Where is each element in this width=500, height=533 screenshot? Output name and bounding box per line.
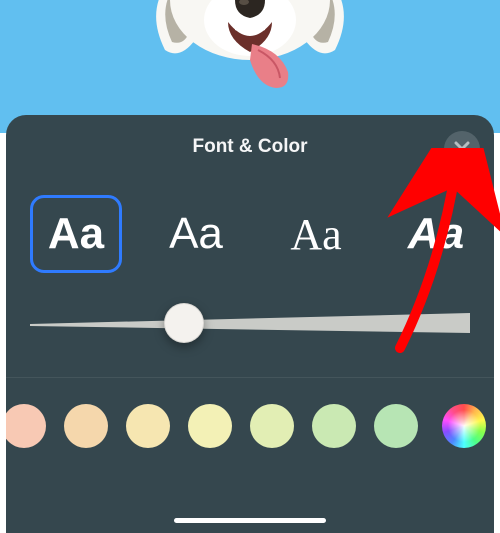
color-swatch-7[interactable] [374, 404, 418, 448]
font-sample-label: Aa [48, 209, 104, 259]
close-button[interactable] [444, 131, 480, 167]
panel-title: Font & Color [192, 136, 307, 158]
background-preview [0, 0, 500, 133]
color-swatch-3[interactable] [126, 404, 170, 448]
color-swatch-1[interactable] [6, 404, 46, 448]
color-swatch-2[interactable] [64, 404, 108, 448]
font-options-row: Aa Aa Aa Aa [6, 179, 494, 279]
font-option-1[interactable]: Aa [30, 195, 122, 273]
font-size-slider[interactable] [30, 303, 470, 343]
font-sample-label: Aa [290, 209, 341, 260]
color-swatch-4[interactable] [188, 404, 232, 448]
font-option-4[interactable]: Aa [390, 195, 482, 273]
color-swatch-5[interactable] [250, 404, 294, 448]
color-swatches-row [6, 378, 494, 474]
font-option-3[interactable]: Aa [270, 195, 362, 273]
color-wheel-picker[interactable] [442, 404, 486, 448]
memoji-avatar [140, 0, 360, 133]
font-sample-label: Aa [169, 209, 223, 259]
font-option-2[interactable]: Aa [150, 195, 242, 273]
font-color-panel: Font & Color Aa Aa Aa Aa [6, 115, 494, 533]
home-indicator[interactable] [174, 518, 326, 523]
font-sample-label: Aa [408, 209, 464, 259]
slider-thumb[interactable] [164, 303, 204, 343]
panel-header: Font & Color [6, 115, 494, 179]
slider-track-bg [30, 311, 470, 335]
color-swatch-6[interactable] [312, 404, 356, 448]
close-icon [454, 141, 470, 157]
font-size-slider-area [6, 279, 494, 373]
